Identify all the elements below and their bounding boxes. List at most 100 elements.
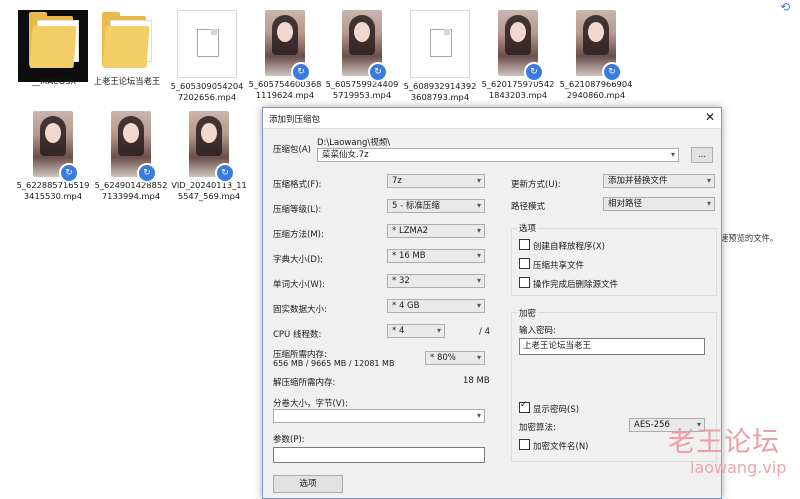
file-item[interactable]: 5_6089329143923608793.mp4 xyxy=(401,10,479,103)
sync-badge-icon: ↻ xyxy=(524,62,544,82)
file-item[interactable]: ↻ 5_6228857165193415530.mp4 xyxy=(14,111,92,202)
file-name: 5_6249014288527133994.mp4 xyxy=(94,180,168,201)
chevron-down-icon: ▾ xyxy=(476,226,481,235)
sync-badge-icon: ↻ xyxy=(59,163,79,183)
update-label: 更新方式(U): xyxy=(511,180,561,190)
enc-method-value: AES-256 xyxy=(634,420,670,430)
encrypt-names-checkbox[interactable]: 加密文件名(N) xyxy=(519,439,589,452)
path-mode-select[interactable]: 相对路径 ▾ xyxy=(603,197,715,211)
method-value: * LZMA2 xyxy=(392,226,429,236)
decomp-value: 18 MB xyxy=(463,376,490,386)
chevron-down-icon: ▾ xyxy=(706,199,711,208)
file-name: __MACOSX xyxy=(31,76,77,86)
encrypt-names-label: 加密文件名(N) xyxy=(533,442,589,452)
video-thumbnail: ↻ xyxy=(498,10,544,82)
sync-badge-icon: ↻ xyxy=(368,62,388,82)
decomp-label: 解压缩所需内存: xyxy=(273,378,336,388)
chevron-down-icon: ▾ xyxy=(706,176,711,185)
cpu-select[interactable]: * 4 ▾ xyxy=(387,324,445,338)
archive-name-input[interactable]: 菜菜仙女.7z ▾ xyxy=(317,148,679,162)
level-select[interactable]: 5 - 标准压缩 ▾ xyxy=(387,199,485,213)
options-group-title: 选项 xyxy=(517,222,539,234)
password-label: 输入密码: xyxy=(519,326,556,336)
folder-icon xyxy=(25,12,83,68)
method-label: 压缩方法(M): xyxy=(273,230,324,240)
archive-label: 压缩包(A) xyxy=(273,145,311,155)
browse-button[interactable]: ... xyxy=(691,147,713,163)
enc-method-label: 加密算法: xyxy=(519,423,556,433)
sync-icon[interactable]: ⟲ xyxy=(774,0,796,14)
dialog-titlebar: 添加到压缩包 ✕ xyxy=(263,108,721,129)
params-input[interactable] xyxy=(273,447,485,463)
show-password-checkbox[interactable]: 显示密码(S) xyxy=(519,400,579,415)
cpu-total: / 4 xyxy=(479,327,490,337)
chevron-down-icon: ▾ xyxy=(476,353,481,362)
password-input[interactable]: 上老王论坛当老王 xyxy=(519,338,705,355)
dialog-title: 添加到压缩包 xyxy=(269,115,321,125)
word-label: 单词大小(W): xyxy=(273,280,325,290)
level-value: 5 - 标准压缩 xyxy=(392,201,440,211)
file-item[interactable]: 上老王论坛当老王 xyxy=(88,8,166,87)
level-label: 压缩等级(L): xyxy=(273,205,322,215)
sync-badge-icon: ↻ xyxy=(291,62,311,82)
mem-value: 656 MB / 9665 MB / 12081 MB xyxy=(273,359,395,368)
sync-badge-icon: ↻ xyxy=(137,163,157,183)
file-item[interactable]: ↻ 5_6057546003681119624.mp4 xyxy=(246,10,324,101)
dict-select[interactable]: * 16 MB ▾ xyxy=(387,249,485,263)
file-item[interactable]: ↻ 5_6210879669042940860.mp4 xyxy=(557,10,635,101)
chevron-down-icon: ▾ xyxy=(476,176,481,185)
checkbox-box xyxy=(519,258,530,269)
format-value: 7z xyxy=(392,176,402,186)
shared-label: 压缩共享文件 xyxy=(533,261,585,271)
video-thumbnail: ↻ xyxy=(576,10,622,82)
file-name: 5_6228857165193415530.mp4 xyxy=(16,180,90,201)
solid-value: * 4 GB xyxy=(392,301,420,311)
document-icon xyxy=(177,10,237,78)
close-icon[interactable]: ✕ xyxy=(705,110,715,124)
file-name: 5_6210879669042940860.mp4 xyxy=(559,79,633,100)
file-item[interactable]: ↻ 5_6249014288527133994.mp4 xyxy=(92,111,170,202)
params-label: 参数(P): xyxy=(273,435,305,445)
video-thumbnail: ↻ xyxy=(342,10,388,82)
chevron-down-icon: ▾ xyxy=(476,251,481,260)
file-name: VID_20240113_115547_569.mp4 xyxy=(171,180,247,201)
password-value: 上老王论坛当老王 xyxy=(523,341,592,351)
split-select[interactable]: ▾ xyxy=(273,409,485,423)
file-item[interactable]: ↻ 5_6057599244095719953.mp4 xyxy=(323,10,401,101)
delete-after-label: 操作完成后删除源文件 xyxy=(533,280,619,290)
sfx-checkbox[interactable]: 创建自释放程序(X) xyxy=(519,239,605,252)
mem-percent-select[interactable]: * 80% ▾ xyxy=(425,351,485,365)
chevron-down-icon: ▾ xyxy=(476,276,481,285)
update-select[interactable]: 添加并替换文件 ▾ xyxy=(603,174,715,188)
video-thumbnail: ↻ xyxy=(111,111,157,183)
cpu-value: * 4 xyxy=(392,326,405,336)
delete-after-checkbox[interactable]: 操作完成后删除源文件 xyxy=(519,277,618,290)
dict-value: * 16 MB xyxy=(392,251,426,261)
file-item[interactable]: __MACOSX xyxy=(15,8,93,87)
method-select[interactable]: * LZMA2 ▾ xyxy=(387,224,485,238)
file-item[interactable]: ↻ 5_6201759705421843203.mp4 xyxy=(479,10,557,101)
dict-label: 字典大小(D): xyxy=(273,255,324,265)
file-name: 5_6053090542047202656.mp4 xyxy=(170,81,244,102)
shared-checkbox[interactable]: 压缩共享文件 xyxy=(519,258,584,271)
watermark-title: 老王论坛 xyxy=(668,427,780,458)
chevron-down-icon: ▾ xyxy=(476,301,481,310)
sync-badge-icon: ↻ xyxy=(602,62,622,82)
video-thumbnail: ↻ xyxy=(33,111,79,183)
encryption-group-title: 加密 xyxy=(517,307,539,319)
sfx-label: 创建自释放程序(X) xyxy=(533,242,605,252)
file-item[interactable]: ↻ VID_20240113_115547_569.mp4 xyxy=(170,111,248,202)
path-mode-label: 路径模式 xyxy=(511,202,546,212)
video-thumbnail: ↻ xyxy=(265,10,311,82)
chevron-down-icon: ▾ xyxy=(476,201,481,210)
update-value: 添加并替换文件 xyxy=(608,176,668,186)
path-mode-value: 相对路径 xyxy=(608,199,643,209)
watermark-url: laowang.vip xyxy=(690,458,787,477)
solid-select[interactable]: * 4 GB ▾ xyxy=(387,299,485,313)
options-button[interactable]: 选项 xyxy=(273,475,343,493)
mem-percent-value: * 80% xyxy=(430,353,456,363)
format-select[interactable]: 7z ▾ xyxy=(387,174,485,188)
file-name: 5_6089329143923608793.mp4 xyxy=(403,81,477,102)
word-select[interactable]: * 32 ▾ xyxy=(387,274,485,288)
file-item[interactable]: 5_6053090542047202656.mp4 xyxy=(168,10,246,103)
